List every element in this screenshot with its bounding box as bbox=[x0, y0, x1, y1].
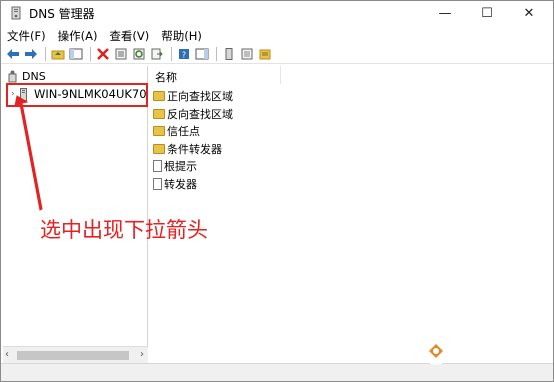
results-pane: 名称 正向查找区域 反向查找区域 信任点 条件转发器 根提示 转发器 bbox=[149, 66, 553, 363]
title-bar: DNS 管理器 — ☐ ✕ bbox=[1, 1, 553, 25]
arrow-left-icon bbox=[7, 49, 19, 59]
export-list-button[interactable] bbox=[149, 46, 165, 62]
folder-up-icon bbox=[51, 50, 65, 60]
server-icon bbox=[225, 48, 233, 60]
svg-text:?: ? bbox=[182, 51, 186, 60]
maximize-icon: ☐ bbox=[481, 5, 493, 21]
scroll-left-icon[interactable]: ‹ bbox=[5, 349, 9, 360]
folder-icon bbox=[153, 143, 165, 154]
refresh-icon bbox=[133, 48, 145, 60]
console-tree-icon bbox=[69, 48, 83, 60]
list-item[interactable]: 转发器 bbox=[153, 176, 197, 192]
watermark: 创新互联 bbox=[420, 335, 522, 367]
arrow-right-icon bbox=[25, 49, 37, 59]
tree-root-label: DNS bbox=[22, 69, 46, 83]
menu-help[interactable]: 帮助(H) bbox=[155, 26, 208, 45]
zone-list-button[interactable] bbox=[239, 46, 255, 62]
list-item[interactable]: 反向查找区域 bbox=[153, 106, 233, 122]
maximize-button[interactable]: ☐ bbox=[467, 1, 507, 25]
toolbar-separator bbox=[171, 47, 172, 61]
list-item-label: 信任点 bbox=[167, 125, 200, 138]
menu-file[interactable]: 文件(F) bbox=[1, 26, 52, 45]
back-button[interactable] bbox=[5, 46, 21, 62]
refresh-button[interactable] bbox=[131, 46, 147, 62]
folder-icon bbox=[153, 91, 165, 101]
help-icon: ? bbox=[179, 49, 189, 60]
document-icon bbox=[153, 177, 162, 190]
export-icon bbox=[151, 48, 163, 60]
window-title: DNS 管理器 bbox=[29, 7, 95, 21]
toolbar: ? bbox=[1, 45, 553, 64]
document-icon bbox=[153, 160, 162, 172]
annotation-text: 选中出现下拉箭头 bbox=[40, 218, 208, 242]
annotation-highlight-box bbox=[6, 83, 148, 107]
toolbar-separator bbox=[216, 47, 217, 61]
scroll-right-icon[interactable]: › bbox=[140, 349, 144, 360]
list-item[interactable]: 根提示 bbox=[153, 158, 197, 174]
server-button[interactable] bbox=[221, 46, 237, 62]
menu-action[interactable]: 操作(A) bbox=[52, 26, 104, 45]
list-item-label: 根提示 bbox=[164, 160, 197, 173]
folder-icon bbox=[153, 126, 165, 136]
tree-root-dns[interactable]: DNS bbox=[7, 69, 46, 83]
list-item[interactable]: 条件转发器 bbox=[153, 141, 222, 157]
menu-view[interactable]: 查看(V) bbox=[103, 26, 155, 45]
forward-button[interactable] bbox=[23, 46, 39, 62]
show-hide-action-button[interactable] bbox=[194, 46, 210, 62]
dns-root-icon bbox=[8, 70, 17, 82]
minimize-button[interactable]: — bbox=[425, 1, 465, 25]
action-pane-icon bbox=[195, 48, 209, 60]
properties-button[interactable] bbox=[113, 46, 129, 62]
scrollbar-thumb[interactable] bbox=[17, 351, 129, 360]
list-item-label: 正向查找区域 bbox=[167, 90, 233, 103]
dns-manager-window: DNS 管理器 — ☐ ✕ 文件(F) 操作(A) 查看(V) 帮助(H) ? … bbox=[0, 0, 554, 382]
properties-icon bbox=[115, 48, 127, 60]
dns-app-icon bbox=[11, 6, 21, 20]
list-item-label: 转发器 bbox=[164, 177, 197, 191]
close-button[interactable]: ✕ bbox=[509, 1, 549, 25]
help-button[interactable]: ? bbox=[176, 46, 192, 62]
delete-x-icon bbox=[97, 48, 109, 60]
up-level-button[interactable] bbox=[50, 46, 66, 62]
show-hide-tree-button[interactable] bbox=[68, 46, 84, 62]
list-item-label: 反向查找区域 bbox=[167, 107, 233, 121]
delete-button[interactable] bbox=[95, 46, 111, 62]
column-header-name[interactable]: 名称 bbox=[149, 66, 281, 84]
zone-folder-button[interactable] bbox=[257, 46, 273, 62]
tree-horizontal-scrollbar[interactable]: ‹ › bbox=[3, 346, 148, 363]
list-item[interactable]: 正向查找区域 bbox=[153, 88, 233, 104]
minimize-icon: — bbox=[438, 5, 452, 21]
list-icon bbox=[241, 48, 253, 60]
watermark-text: 创新互联 bbox=[458, 342, 523, 361]
toolbar-separator bbox=[45, 47, 46, 61]
close-icon: ✕ bbox=[523, 5, 535, 21]
folder-list-icon bbox=[259, 49, 271, 60]
toolbar-separator bbox=[90, 47, 91, 61]
menu-bar: 文件(F) 操作(A) 查看(V) 帮助(H) bbox=[1, 26, 553, 45]
list-item-label: 条件转发器 bbox=[167, 142, 222, 156]
watermark-logo-icon bbox=[422, 337, 450, 365]
list-item[interactable]: 信任点 bbox=[153, 123, 200, 139]
folder-icon bbox=[153, 108, 165, 119]
